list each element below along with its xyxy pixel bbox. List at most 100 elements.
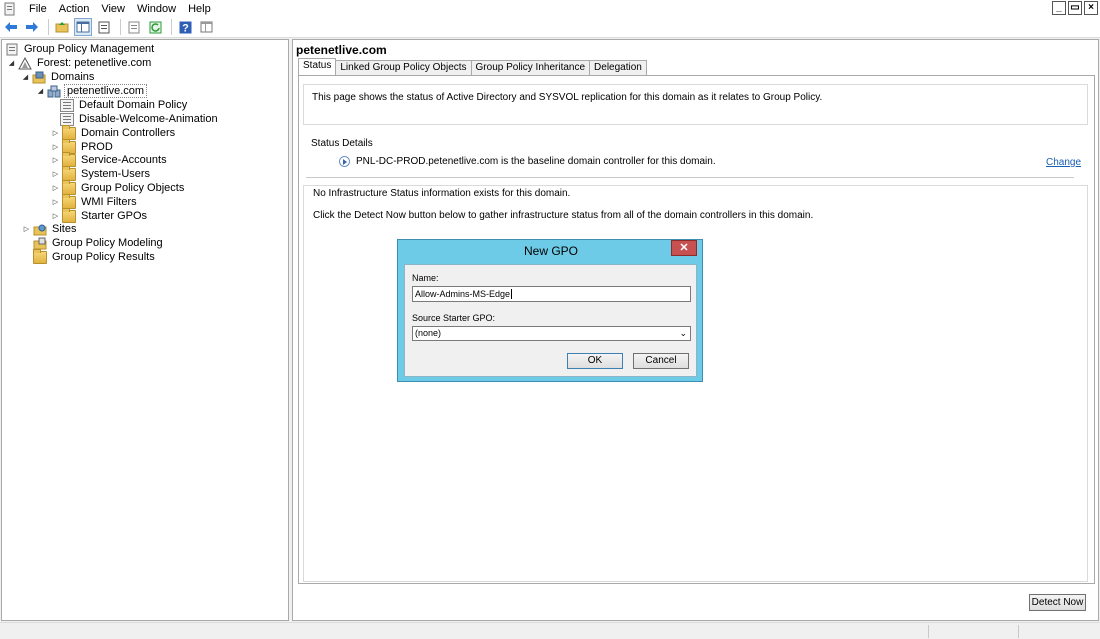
expand-arrow-icon[interactable]: ▷	[51, 143, 60, 151]
tree-label: Service-Accounts	[81, 154, 167, 166]
results-folder-icon	[33, 248, 47, 264]
tree-label: Starter GPOs	[81, 210, 148, 222]
up-folder-icon	[55, 22, 69, 33]
console-button[interactable]	[197, 18, 215, 36]
console-icon	[200, 21, 212, 33]
back-arrow-icon	[5, 22, 17, 32]
tree-node-domain[interactable]: ◢ petenetlive.com	[36, 84, 148, 98]
dialog-title: New GPO	[523, 244, 578, 258]
expand-arrow-icon[interactable]: ▷	[51, 156, 60, 164]
refresh-icon	[149, 21, 161, 33]
tree-node-root[interactable]: Group Policy Management	[5, 42, 156, 56]
tab-delegation[interactable]: Delegation	[589, 60, 647, 75]
help-icon: ?	[179, 21, 191, 34]
up-folder-button[interactable]	[53, 18, 71, 36]
collapse-arrow-icon[interactable]: ◢	[7, 59, 16, 67]
tree-label: System-Users	[81, 168, 151, 180]
baseline-dc-text: PNL-DC-PROD.petenetlive.com is the basel…	[356, 156, 716, 167]
window-controls: _ ▭ ×	[1052, 1, 1098, 15]
gpmc-app-icon	[4, 2, 15, 15]
tree-node-gpo-link[interactable]: Default Domain Policy	[60, 98, 189, 112]
tree-node-modeling[interactable]: Group Policy Modeling	[33, 236, 165, 250]
new-gpo-dialog: New GPO ✕ Name: Allow-Admins-MS-Edge Sou…	[397, 239, 703, 382]
tree-node-starter-gpos[interactable]: ▷ Starter GPOs	[51, 207, 149, 223]
forward-button[interactable]	[23, 18, 41, 36]
show-tree-icon	[76, 21, 90, 33]
tree-label: PROD	[81, 141, 113, 153]
tree-node-ou[interactable]: ▷ PROD	[51, 138, 115, 154]
menu-bar: File Action View Window Help _ ▭ ×	[0, 0, 1100, 17]
toolbar-separator	[120, 19, 121, 35]
tree-label: Group Policy Results	[52, 251, 155, 263]
change-link[interactable]: Change	[1046, 157, 1081, 168]
close-window-button[interactable]: ×	[1084, 1, 1098, 15]
info-text: This page shows the status of Active Dir…	[312, 92, 823, 103]
page-title: petenetlive.com	[296, 43, 387, 57]
tree-node-forest[interactable]: ◢ Forest: petenetlive.com	[7, 56, 153, 70]
toolbar: ?	[0, 17, 1100, 38]
gpmc-icon	[5, 43, 19, 56]
menu-file[interactable]: File	[23, 1, 53, 17]
show-tree-button[interactable]	[74, 18, 92, 36]
tab-bar: Status Linked Group Policy Objects Group…	[298, 58, 647, 75]
refresh-button[interactable]	[146, 18, 164, 36]
collapse-arrow-icon[interactable]: ◢	[21, 73, 30, 81]
menu-action[interactable]: Action	[53, 1, 96, 17]
expand-arrow-icon[interactable]: ▷	[51, 198, 60, 206]
expand-arrow-icon[interactable]: ▷	[51, 129, 60, 137]
status-segment	[928, 625, 929, 638]
dialog-close-button[interactable]: ✕	[671, 240, 697, 256]
status-segment	[1018, 625, 1019, 638]
dialog-body: Name: Allow-Admins-MS-Edge Source Starte…	[404, 264, 697, 377]
menu-view[interactable]: View	[95, 1, 131, 17]
chevron-down-icon: ⌄	[679, 328, 687, 338]
export-list-button[interactable]	[125, 18, 143, 36]
gpo-name-input[interactable]: Allow-Admins-MS-Edge	[412, 286, 691, 302]
expand-arrow-icon[interactable]: ▷	[51, 212, 60, 220]
tree-label: Domains	[51, 71, 95, 83]
divider	[306, 177, 1074, 178]
folder-icon	[62, 207, 76, 223]
domain-icon	[47, 85, 61, 98]
collapse-arrow-icon[interactable]: ◢	[36, 87, 45, 95]
tree-label: Sites	[52, 223, 77, 235]
expand-arrow-icon[interactable]: ▷	[51, 170, 60, 178]
tree-node-results[interactable]: Group Policy Results	[33, 248, 157, 264]
status-bar	[0, 622, 1100, 639]
minimize-button[interactable]: _	[1052, 1, 1066, 15]
detect-now-button[interactable]: Detect Now	[1029, 594, 1086, 611]
tree-node-sites[interactable]: ▷ Sites	[22, 222, 78, 236]
menu-window[interactable]: Window	[131, 1, 182, 17]
tab-gp-inheritance[interactable]: Group Policy Inheritance	[470, 60, 591, 75]
cancel-button[interactable]: Cancel	[633, 353, 689, 369]
ok-button[interactable]: OK	[567, 353, 623, 369]
tab-linked-gpos[interactable]: Linked Group Policy Objects	[335, 60, 472, 75]
expand-arrow-icon[interactable]: ▷	[22, 225, 31, 233]
console-tree: Group Policy Management ◢ Forest: petene…	[1, 39, 289, 621]
tree-label: Domain Controllers	[81, 127, 176, 139]
source-starter-gpo-select[interactable]: (none) ⌄	[412, 326, 691, 341]
expand-circle-icon[interactable]	[339, 156, 350, 167]
tree-label: petenetlive.com	[64, 84, 148, 98]
tab-status[interactable]: Status	[298, 58, 337, 75]
gpo-link-icon	[60, 98, 74, 112]
gpo-name-value: Allow-Admins-MS-Edge	[415, 289, 511, 299]
tree-node-domains[interactable]: ◢ Domains	[21, 70, 96, 84]
sites-icon	[33, 223, 47, 236]
menu-help[interactable]: Help	[182, 1, 217, 17]
expand-arrow-icon[interactable]: ▷	[51, 184, 60, 192]
tree-node-gpo-link[interactable]: Disable-Welcome-Animation	[60, 112, 220, 126]
export-list-icon	[128, 21, 140, 33]
properties-button[interactable]	[95, 18, 113, 36]
help-button[interactable]: ?	[176, 18, 194, 36]
tree-node-gpo-container[interactable]: ▷ Group Policy Objects	[51, 179, 186, 195]
tree-label: Group Policy Management	[24, 43, 155, 55]
restore-button[interactable]: ▭	[1068, 1, 1082, 15]
status-details-legend: Status Details	[309, 138, 375, 149]
tree-label: WMI Filters	[81, 196, 137, 208]
baseline-dc-row: PNL-DC-PROD.petenetlive.com is the basel…	[339, 156, 716, 167]
detect-instructions: Click the Detect Now button below to gat…	[313, 210, 814, 221]
tree-label: Disable-Welcome-Animation	[79, 113, 218, 125]
back-button[interactable]	[2, 18, 20, 36]
domains-icon	[32, 71, 46, 84]
